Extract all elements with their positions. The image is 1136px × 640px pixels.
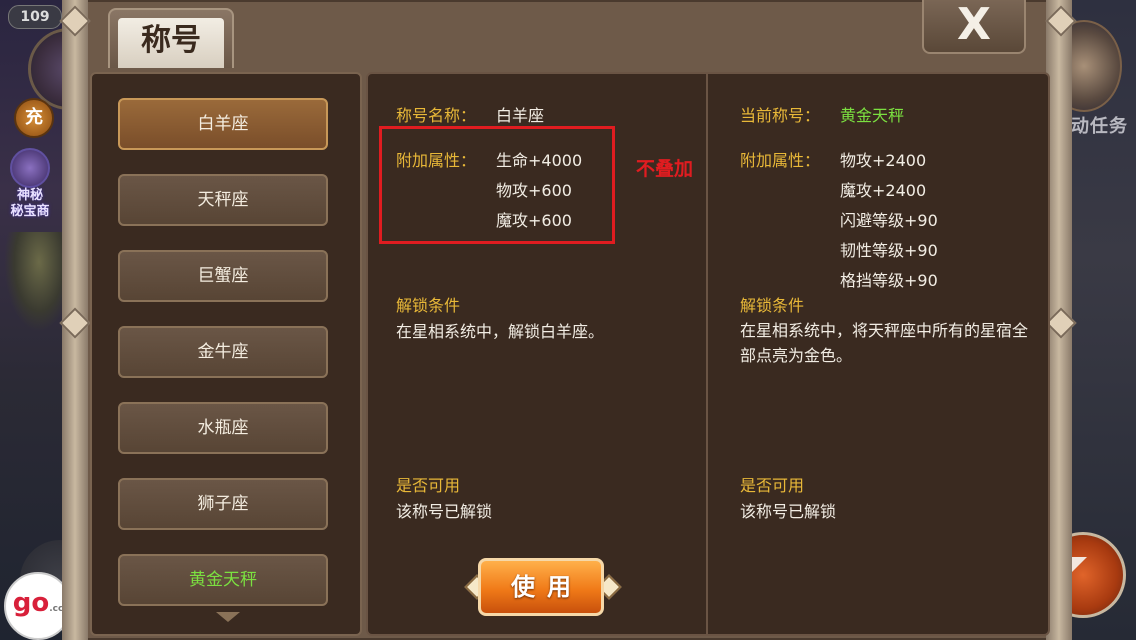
mystery-shop-button[interactable]: 神秘 秘宝商 (2, 148, 58, 220)
eye-icon (10, 148, 50, 188)
tab-title[interactable]: 称号 (108, 8, 234, 68)
current-attr: 闪避等级+90 (840, 211, 938, 230)
mystery-shop-label-1: 神秘 (16, 188, 43, 203)
scroll-down-icon[interactable] (216, 612, 240, 622)
auto-task-label[interactable]: 动任务 (1071, 112, 1128, 138)
current-attr: 韧性等级+90 (840, 241, 938, 260)
use-button[interactable]: 使用 (478, 558, 604, 616)
list-item-cancer[interactable]: 巨蟹座 (118, 250, 328, 302)
close-button[interactable]: X (922, 0, 1026, 54)
list-item-golden-libra[interactable]: 黄金天秤 (118, 554, 328, 606)
annotation-label: 不叠加 (636, 158, 694, 180)
logo-text: go (12, 588, 50, 618)
selected-name-value: 白羊座 (496, 106, 545, 125)
close-icon: X (957, 0, 991, 50)
list-item-taurus[interactable]: 金牛座 (118, 326, 328, 378)
list-item-aries[interactable]: 白羊座 (118, 98, 328, 150)
current-unlock-label: 解锁条件 (740, 296, 805, 315)
mystery-shop-label-2: 秘宝商 (10, 204, 50, 219)
current-available-text: 该称号已解锁 (740, 502, 837, 521)
current-attr: 物攻+2400 (840, 151, 927, 170)
current-available-label: 是否可用 (740, 476, 805, 495)
current-name-value: 黄金天秤 (840, 106, 905, 125)
selected-unlock-text: 在星相系统中，解锁白羊座。 (396, 322, 605, 341)
tab-title-label: 称号 (118, 18, 224, 68)
selected-available-label: 是否可用 (396, 476, 461, 495)
current-attr: 格挡等级+90 (840, 271, 938, 290)
list-item-leo[interactable]: 狮子座 (118, 478, 328, 530)
selected-name-label: 称号名称： (396, 106, 477, 125)
current-attr-label: 附加属性： (740, 151, 821, 170)
recharge-icon[interactable]: 充 (14, 98, 54, 138)
selected-unlock-label: 解锁条件 (396, 296, 461, 315)
list-item-aquarius[interactable]: 水瓶座 (118, 402, 328, 454)
list-item-libra[interactable]: 天秤座 (118, 174, 328, 226)
highlight-box (379, 126, 615, 244)
current-attr: 魔攻+2400 (840, 181, 927, 200)
current-name-label: 当前称号： (740, 106, 821, 125)
current-unlock-text: 在星相系统中，将天秤座中所有的星宿全部点亮为金色。 (740, 321, 1029, 365)
selected-available-text: 该称号已解锁 (396, 502, 493, 521)
player-level-badge: 109 (8, 5, 62, 29)
